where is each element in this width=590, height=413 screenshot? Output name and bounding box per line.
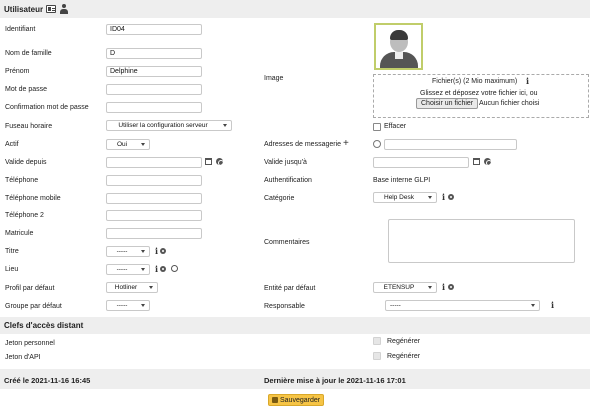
categorie-label: Catégorie bbox=[264, 195, 295, 202]
valide-depuis-input[interactable] bbox=[106, 157, 202, 168]
add-icon[interactable] bbox=[160, 248, 166, 254]
prenom-input[interactable]: Delphine bbox=[106, 66, 202, 77]
email-input[interactable] bbox=[384, 139, 517, 150]
nom-input[interactable]: D bbox=[106, 48, 202, 59]
clear-date-icon[interactable] bbox=[484, 158, 492, 166]
entite-label: Entité par défaut bbox=[264, 285, 316, 292]
upload-title: Fichier(s) (2 Mio maximum) bbox=[432, 78, 518, 85]
updated-text: Dernière mise à jour le 2021-11-16 17:01 bbox=[264, 376, 406, 385]
telephone-input[interactable] bbox=[106, 175, 202, 186]
responsable-select[interactable]: ----- bbox=[385, 300, 540, 311]
choose-file-button[interactable]: Choisir un fichier bbox=[416, 98, 479, 109]
remote-keys-header bbox=[0, 317, 590, 334]
add-icon[interactable] bbox=[448, 284, 454, 290]
globe-icon[interactable] bbox=[171, 265, 178, 272]
adresses-label: Adresses de messagerie bbox=[264, 141, 342, 148]
password-label: Mot de passe bbox=[5, 86, 48, 93]
created-text: Créé le 2021-11-16 16:45 bbox=[4, 376, 91, 385]
categorie-select[interactable]: Help Desk bbox=[373, 192, 437, 203]
telephone-mobile-label: Téléphone mobile bbox=[5, 195, 61, 202]
actif-label: Actif bbox=[5, 141, 19, 148]
password-confirm-input[interactable] bbox=[106, 102, 202, 113]
info-icon[interactable]: i bbox=[155, 247, 158, 255]
password-confirm-label: Confirmation mot de passe bbox=[5, 104, 89, 111]
calendar-icon[interactable] bbox=[473, 158, 480, 165]
matricule-input[interactable] bbox=[106, 228, 202, 239]
vcard-icon[interactable] bbox=[46, 5, 56, 13]
entite-select[interactable]: ETENSUP bbox=[373, 282, 437, 293]
image-label: Image bbox=[264, 75, 284, 82]
regen-api-checkbox[interactable] bbox=[373, 352, 381, 360]
jeton-api-label: Jeton d'API bbox=[5, 354, 41, 361]
authentification-label: Authentification bbox=[264, 177, 312, 184]
info-icon[interactable]: i bbox=[442, 193, 445, 201]
commentaires-textarea[interactable] bbox=[388, 219, 575, 263]
info-icon[interactable]: i bbox=[442, 283, 445, 291]
identifiant-input[interactable]: ID04 bbox=[106, 24, 202, 35]
info-icon[interactable]: i bbox=[526, 77, 529, 85]
timezone-label: Fuseau horaire bbox=[5, 123, 53, 130]
jeton-personnel-label: Jeton personnel bbox=[5, 340, 55, 347]
add-icon[interactable] bbox=[448, 194, 454, 200]
clear-date-icon[interactable] bbox=[216, 158, 224, 166]
save-button-label: Sauvegarder bbox=[280, 397, 321, 404]
titre-label: Titre bbox=[5, 248, 19, 255]
groupe-select[interactable]: ----- bbox=[106, 300, 150, 311]
valide-jusqu-label: Valide jusqu'à bbox=[264, 159, 307, 166]
lieu-select[interactable]: ----- bbox=[106, 264, 150, 275]
profil-label: Profil par défaut bbox=[5, 285, 55, 292]
nom-label: Nom de famille bbox=[5, 50, 52, 57]
form-header bbox=[0, 0, 590, 18]
telephone-mobile-input[interactable] bbox=[106, 193, 202, 204]
add-icon[interactable] bbox=[160, 266, 166, 272]
save-icon bbox=[272, 397, 278, 403]
valide-depuis-label: Valide depuis bbox=[5, 159, 47, 166]
upload-drop-text: Glissez et déposez votre fichier ici, ou bbox=[420, 90, 538, 97]
regen-api-label: Regénérer bbox=[387, 353, 421, 360]
regen-personal-checkbox[interactable] bbox=[373, 337, 381, 345]
form-title: Utilisateur bbox=[4, 5, 44, 14]
telephone2-label: Téléphone 2 bbox=[5, 212, 44, 219]
erase-image-checkbox[interactable] bbox=[373, 123, 381, 131]
password-input[interactable] bbox=[106, 84, 202, 95]
default-email-radio[interactable] bbox=[373, 140, 381, 148]
avatar bbox=[374, 23, 423, 70]
telephone-label: Téléphone bbox=[5, 177, 39, 184]
titre-select[interactable]: ----- bbox=[106, 246, 150, 257]
prenom-label: Prénom bbox=[5, 68, 30, 75]
plus-icon[interactable]: + bbox=[343, 139, 349, 149]
matricule-label: Matricule bbox=[5, 230, 34, 237]
info-icon[interactable]: i bbox=[155, 265, 158, 273]
valide-jusqu-input[interactable] bbox=[373, 157, 469, 168]
groupe-label: Groupe par défaut bbox=[5, 303, 62, 310]
no-file-text: Aucun fichier choisi bbox=[479, 100, 540, 107]
lieu-label: Lieu bbox=[5, 266, 19, 273]
profil-select[interactable]: Hotliner bbox=[106, 282, 158, 293]
responsable-label: Responsable bbox=[264, 303, 305, 310]
regen-personal-label: Regénérer bbox=[387, 338, 421, 345]
timezone-select[interactable]: Utiliser la configuration serveur bbox=[106, 120, 232, 131]
commentaires-label: Commentaires bbox=[264, 239, 310, 246]
authentification-value: Base interne GLPI bbox=[373, 177, 431, 184]
info-icon[interactable]: i bbox=[551, 301, 554, 309]
telephone2-input[interactable] bbox=[106, 210, 202, 221]
person-icon[interactable] bbox=[60, 4, 68, 14]
erase-image-label: Effacer bbox=[384, 123, 407, 130]
calendar-icon[interactable] bbox=[205, 158, 212, 165]
save-button[interactable]: Sauvegarder bbox=[268, 394, 324, 406]
actif-select[interactable]: Oui bbox=[106, 139, 150, 150]
remote-keys-title: Clefs d'accès distant bbox=[4, 321, 84, 330]
identifiant-label: Identifiant bbox=[5, 26, 36, 33]
